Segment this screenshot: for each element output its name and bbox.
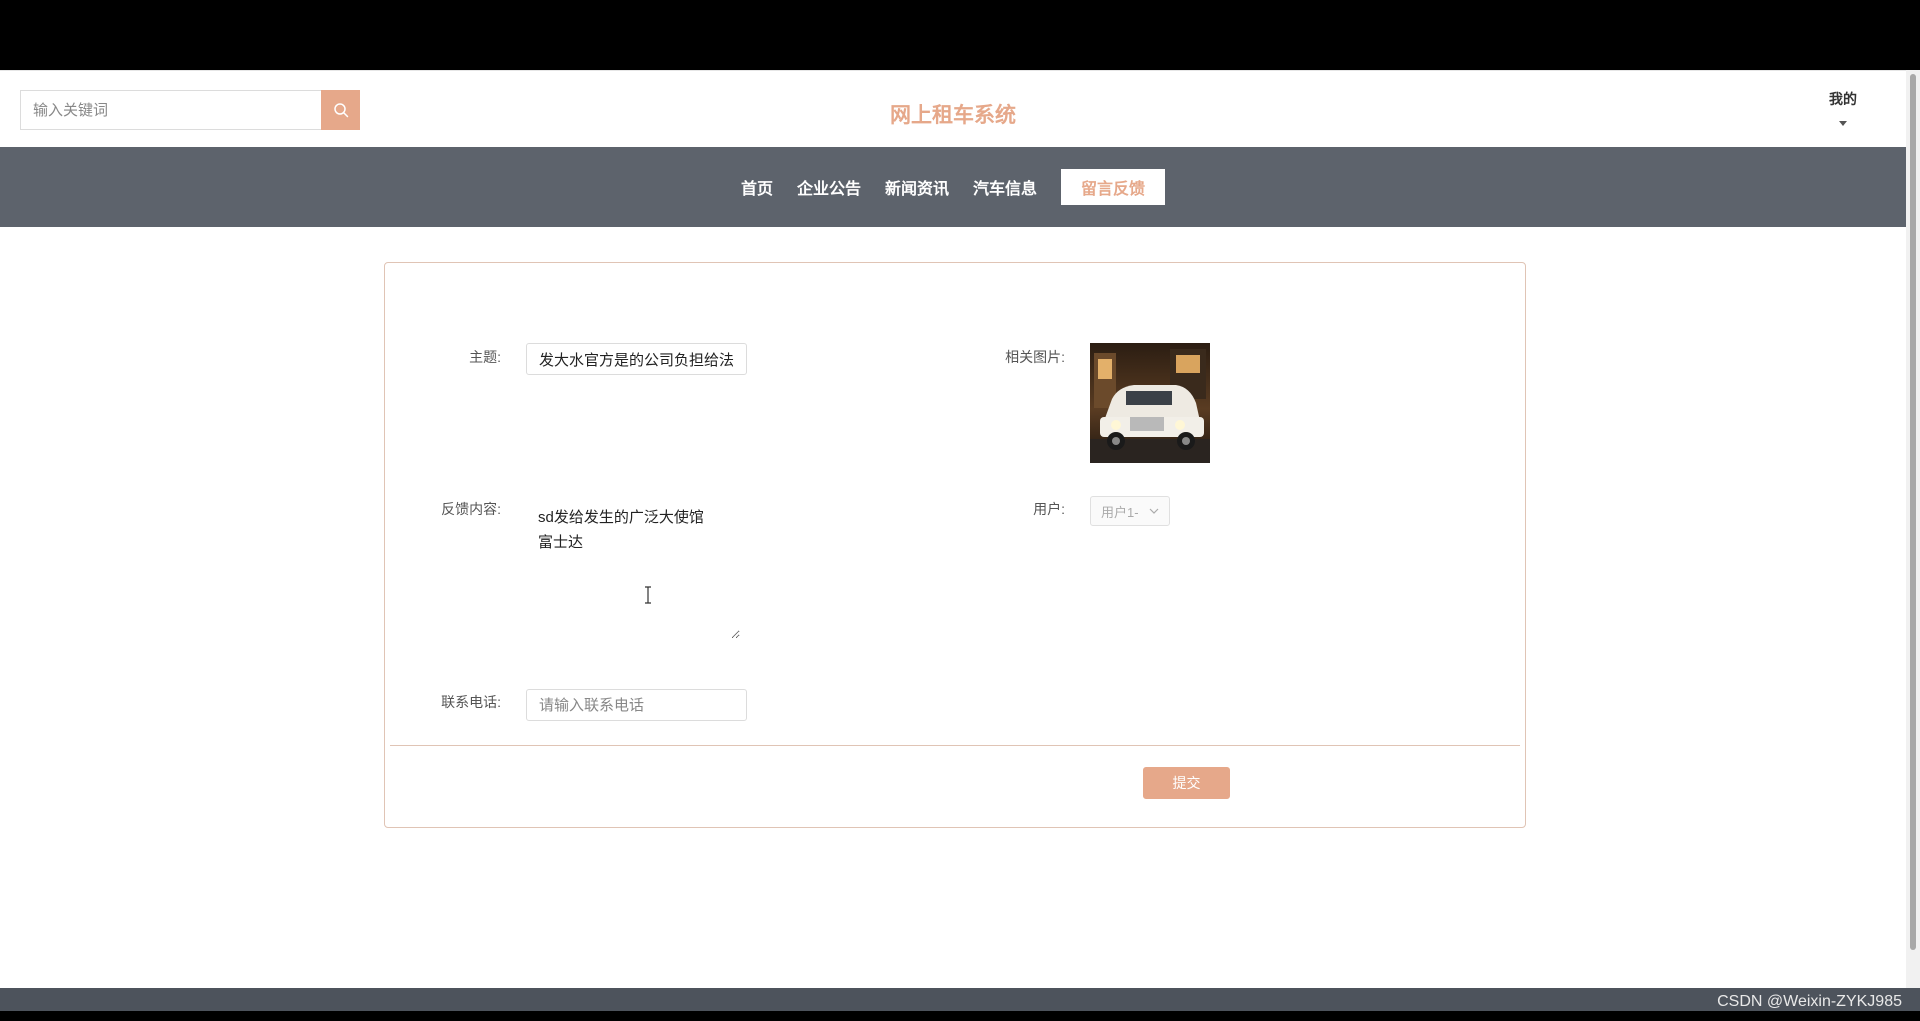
header: 网上租车系统 我的 [0,70,1906,147]
content-textarea[interactable] [526,497,740,639]
bottom-black-bar [0,1011,1920,1021]
main-nav: 首页 企业公告 新闻资讯 汽车信息 留言反馈 [0,147,1906,227]
user-select-value: 用户1- [1101,504,1139,520]
user-menu-label: 我的 [1829,91,1857,107]
page-scrollbar[interactable] [1906,70,1920,990]
caret-down-icon [1839,121,1847,126]
content-label: 反馈内容: [441,501,501,517]
chevron-down-icon [1149,508,1159,514]
phone-label: 联系电话: [441,694,501,710]
subject-input[interactable] [526,343,747,375]
scrollbar-thumb[interactable] [1910,74,1916,950]
phone-input[interactable] [526,689,747,721]
watermark: CSDN @Weixin-ZYKJ985 [1717,993,1902,1010]
submit-button[interactable]: 提交 [1143,767,1230,799]
nav-item-home[interactable]: 首页 [741,169,773,205]
search-button[interactable] [321,90,360,130]
nav-item-news[interactable]: 新闻资讯 [885,169,949,205]
top-black-bar [0,0,1920,70]
search-icon [333,103,348,118]
user-select[interactable]: 用户1- [1090,496,1170,526]
nav-item-feedback[interactable]: 留言反馈 [1061,169,1166,205]
car-photo[interactable] [1090,343,1210,463]
text-cursor-icon [645,586,651,604]
nav-item-cars[interactable]: 汽车信息 [973,169,1037,205]
search-input[interactable] [20,90,321,130]
image-label: 相关图片: [1005,349,1065,365]
subject-label: 主题: [469,349,501,365]
site-title: 网上租车系统 [890,104,1016,127]
form-divider [390,745,1520,746]
nav-item-announcements[interactable]: 企业公告 [797,169,861,205]
car-image [1090,343,1210,463]
feedback-form-card: 主题: 相关图片: [384,262,1526,828]
user-menu[interactable]: 我的 [1818,89,1868,126]
user-label: 用户: [1033,501,1065,517]
search-bar [20,90,360,130]
